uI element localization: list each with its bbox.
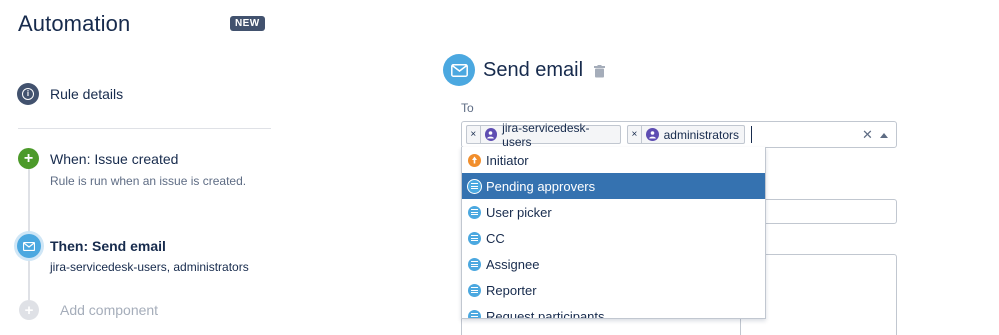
action-title[interactable]: Then: Send email — [50, 238, 166, 254]
group-avatar-icon — [484, 128, 498, 141]
option-label: Request participants — [486, 308, 605, 319]
option-label: Assignee — [486, 256, 540, 272]
field-icon — [468, 309, 481, 318]
envelope-icon — [443, 54, 475, 86]
add-component-icon[interactable]: + — [19, 300, 39, 320]
remove-icon[interactable]: × — [467, 126, 481, 143]
recipient-chip: × jira-servicedesk-users — [466, 121, 621, 149]
option-label: CC — [486, 230, 505, 246]
field-icon — [468, 283, 481, 297]
option-label: Pending approvers — [486, 178, 596, 194]
field-icon — [468, 257, 481, 271]
field-icon — [468, 179, 481, 193]
add-component-button[interactable]: Add component — [60, 302, 158, 318]
dropdown-option-initiator[interactable]: Initiator — [462, 147, 765, 173]
dropdown-option-user-picker[interactable]: User picker — [462, 199, 765, 225]
trigger-plus-icon[interactable]: + — [18, 148, 39, 169]
to-label: To — [461, 101, 474, 115]
recipient-chip: × administrators — [627, 125, 745, 144]
email-action-icon[interactable] — [17, 234, 41, 258]
action-description: jira-servicedesk-users, administrators — [50, 260, 249, 274]
option-label: Reporter — [486, 282, 537, 298]
clear-icon[interactable]: ✕ — [862, 127, 873, 143]
text-cursor — [751, 126, 752, 143]
dropdown-option-request-participants[interactable]: Request participants — [462, 303, 765, 319]
option-label: Initiator — [486, 152, 529, 168]
collapse-arrow-icon[interactable] — [880, 133, 888, 138]
editor-title: Send email — [483, 59, 584, 81]
dropdown-option-pending-approvers[interactable]: Pending approvers — [462, 173, 765, 199]
recipients-input[interactable]: × jira-servicedesk-users × administrator… — [461, 121, 897, 149]
trigger-title[interactable]: When: Issue created — [50, 151, 178, 167]
rule-details-link[interactable]: Rule details — [50, 86, 123, 102]
divider — [18, 128, 271, 129]
dropdown-option-assignee[interactable]: Assignee — [462, 251, 765, 277]
trash-icon[interactable] — [594, 65, 605, 83]
remove-icon[interactable]: × — [628, 126, 642, 143]
page-title: Automation — [18, 11, 131, 36]
field-icon — [468, 231, 481, 245]
dropdown-option-reporter[interactable]: Reporter — [462, 277, 765, 303]
option-label: User picker — [486, 204, 552, 220]
group-avatar-icon — [645, 128, 659, 141]
background-edge — [461, 319, 462, 335]
trigger-description: Rule is run when an issue is created. — [50, 174, 247, 188]
timeline-connector — [28, 165, 30, 300]
field-icon — [468, 205, 481, 219]
info-icon[interactable]: i — [17, 83, 39, 105]
recipient-dropdown: Initiator Pending approvers User picker … — [461, 147, 766, 319]
dropdown-option-cc[interactable]: CC — [462, 225, 765, 251]
new-badge: NEW — [230, 16, 265, 31]
initiator-icon — [468, 153, 481, 167]
recipient-label: administrators — [663, 127, 739, 142]
recipient-label: jira-servicedesk-users — [502, 120, 590, 149]
